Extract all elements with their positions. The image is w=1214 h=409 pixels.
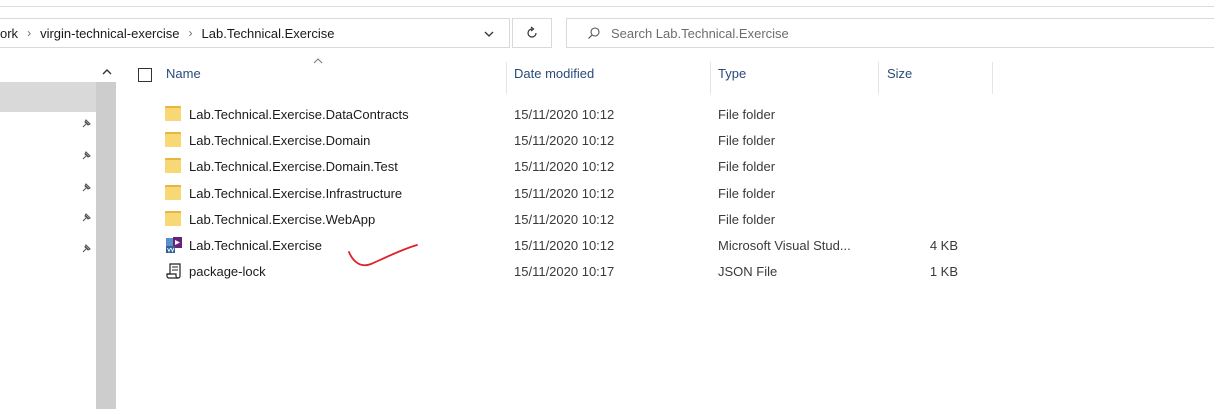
select-all-checkbox[interactable]: [138, 68, 152, 82]
pin-icon[interactable]: [80, 150, 92, 162]
breadcrumb-item[interactable]: Lab.Technical.Exercise: [202, 26, 335, 41]
column-header-name[interactable]: Name: [166, 66, 201, 81]
file-date: 15/11/2020 10:17: [514, 264, 615, 279]
folder-icon: [165, 105, 183, 123]
file-name: Lab.Technical.Exercise.Domain: [189, 133, 371, 148]
file-row[interactable]: package-lock 15/11/2020 10:17 JSON File …: [160, 258, 990, 284]
file-type: File folder: [718, 212, 776, 227]
column-divider[interactable]: [710, 62, 711, 94]
folder-icon: [165, 157, 183, 175]
file-name: Lab.Technical.Exercise.Infrastructure: [189, 186, 403, 201]
file-type: Microsoft Visual Stud...: [718, 238, 851, 253]
file-name: package-lock: [189, 264, 266, 279]
file-type: File folder: [718, 186, 776, 201]
breadcrumb-item[interactable]: ork: [0, 26, 18, 41]
file-size: 1 KB: [929, 264, 958, 279]
file-size: 4 KB: [929, 238, 958, 253]
chevron-down-icon[interactable]: [482, 27, 496, 41]
file-date: 15/11/2020 10:12: [514, 186, 615, 201]
file-type: JSON File: [718, 264, 778, 279]
column-divider[interactable]: [992, 62, 993, 94]
breadcrumb-item[interactable]: virgin-technical-exercise: [40, 26, 179, 41]
search-box[interactable]: [566, 18, 1214, 48]
file-date: 15/11/2020 10:12: [514, 238, 615, 253]
address-bar[interactable]: ork › virgin-technical-exercise › Lab.Te…: [0, 18, 510, 48]
file-row[interactable]: Lab.Technical.Exercise.Domain 15/11/2020…: [160, 127, 990, 153]
red-underline-annotation: [348, 244, 418, 267]
file-name: Lab.Technical.Exercise.WebApp: [189, 212, 376, 227]
column-header-size[interactable]: Size: [887, 66, 912, 81]
column-divider[interactable]: [878, 62, 879, 94]
search-icon: [587, 26, 601, 40]
breadcrumb-chevron-icon: ›: [188, 26, 193, 40]
file-type: File folder: [718, 107, 776, 122]
sort-ascending-icon: [313, 58, 323, 64]
file-date: 15/11/2020 10:12: [514, 212, 615, 227]
file-date: 15/11/2020 10:12: [514, 159, 615, 174]
column-header-date[interactable]: Date modified: [514, 66, 594, 81]
folder-icon: [165, 184, 183, 202]
navigation-pane: [0, 60, 96, 409]
file-name: Lab.Technical.Exercise.DataContracts: [189, 107, 409, 122]
file-row[interactable]: Lab.Technical.Exercise.DataContracts 15/…: [160, 101, 990, 127]
file-type: File folder: [718, 133, 776, 148]
breadcrumb-chevron-icon: ›: [27, 26, 32, 40]
pin-icon[interactable]: [80, 118, 92, 130]
json-file-icon: [165, 262, 183, 280]
pin-icon[interactable]: [80, 212, 92, 224]
file-row[interactable]: Lab.Technical.Exercise.WebApp 15/11/2020…: [160, 206, 990, 232]
pin-icon[interactable]: [80, 182, 92, 194]
search-input[interactable]: [611, 25, 1171, 41]
column-divider[interactable]: [506, 62, 507, 94]
file-name: Lab.Technical.Exercise: [189, 238, 322, 253]
file-row[interactable]: Lab.Technical.Exercise 15/11/2020 10:12 …: [160, 232, 990, 258]
nav-scrollbar[interactable]: [96, 82, 116, 409]
file-row[interactable]: Lab.Technical.Exercise.Infrastructure 15…: [160, 180, 990, 206]
nav-selected-item[interactable]: [0, 82, 96, 112]
scroll-up-arrow-icon[interactable]: [100, 66, 114, 78]
folder-icon: [165, 131, 183, 149]
window-top-border: [0, 6, 1214, 7]
file-date: 15/11/2020 10:12: [514, 107, 615, 122]
refresh-button[interactable]: [512, 18, 552, 48]
refresh-icon: [527, 26, 537, 38]
visual-studio-solution-icon: [165, 236, 183, 254]
column-header-type[interactable]: Type: [718, 66, 746, 81]
file-date: 15/11/2020 10:12: [514, 133, 615, 148]
file-row[interactable]: Lab.Technical.Exercise.Domain.Test 15/11…: [160, 153, 990, 179]
file-name: Lab.Technical.Exercise.Domain.Test: [189, 159, 398, 174]
file-type: File folder: [718, 159, 776, 174]
folder-icon: [165, 210, 183, 228]
pin-icon[interactable]: [80, 243, 92, 255]
